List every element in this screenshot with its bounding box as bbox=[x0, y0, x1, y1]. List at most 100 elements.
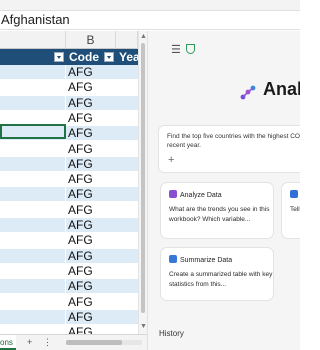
formula-input[interactable]: Afghanistan bbox=[0, 10, 300, 30]
sheet-menu-icon[interactable]: ⋮ bbox=[43, 335, 52, 350]
filter-icon[interactable] bbox=[54, 52, 64, 62]
summarize-icon bbox=[169, 255, 177, 263]
cell-code[interactable]: AFG bbox=[66, 187, 116, 201]
cell-country[interactable] bbox=[0, 65, 66, 79]
cell-country[interactable] bbox=[0, 294, 66, 309]
cell-code[interactable]: AFG bbox=[66, 218, 116, 232]
add-sheet-button[interactable]: + bbox=[27, 335, 32, 350]
cell-year[interactable] bbox=[116, 96, 138, 110]
sheet-tab[interactable]: ons bbox=[0, 335, 16, 350]
table-row[interactable]: AFG bbox=[0, 233, 138, 249]
table-row[interactable]: AFG bbox=[0, 325, 138, 334]
cell-year[interactable] bbox=[116, 111, 138, 125]
cell-code[interactable]: AFG bbox=[66, 310, 116, 324]
cell-country[interactable] bbox=[0, 187, 66, 202]
cell-code[interactable]: AFG bbox=[66, 80, 116, 94]
vertical-scroll-thumb[interactable] bbox=[141, 43, 145, 313]
table-row[interactable]: AFG bbox=[0, 95, 138, 111]
table-row[interactable]: AFG bbox=[0, 279, 138, 295]
table-row[interactable]: AFG bbox=[0, 65, 138, 80]
table-row[interactable]: AFG bbox=[0, 263, 138, 279]
cell-code[interactable]: AFG bbox=[66, 96, 116, 110]
cell-country[interactable] bbox=[0, 141, 66, 156]
scroll-down-icon[interactable]: ▼ bbox=[140, 323, 147, 331]
cell-year[interactable] bbox=[116, 187, 138, 201]
excel-window: Afghanistan B Code Year AFGAFGAFGAFGAFGA… bbox=[0, 0, 300, 350]
card-body: Create a summarized table with key stati… bbox=[169, 271, 273, 288]
cell-country[interactable] bbox=[0, 172, 66, 187]
cell-country[interactable] bbox=[0, 279, 66, 294]
suggestion-card-summarize[interactable]: Summarize Data Create a summarized table… bbox=[160, 247, 274, 301]
worksheet-grid[interactable]: B Code Year AFGAFGAFGAFGAFGAFGAFGAFGAFGA… bbox=[0, 31, 138, 334]
cell-country[interactable] bbox=[0, 110, 66, 125]
table-row[interactable]: AFG bbox=[0, 141, 138, 157]
cell-year[interactable] bbox=[116, 218, 138, 232]
table-row[interactable]: AFG bbox=[0, 156, 138, 172]
cell-country[interactable] bbox=[0, 248, 66, 263]
table-row[interactable]: AFG bbox=[0, 309, 138, 325]
cell-year[interactable] bbox=[116, 65, 138, 79]
scroll-up-icon[interactable]: ▲ bbox=[140, 33, 147, 41]
cell-year[interactable] bbox=[116, 249, 138, 263]
cell-country[interactable] bbox=[0, 233, 66, 248]
vertical-scrollbar[interactable]: ▲ ▼ bbox=[138, 31, 147, 334]
table-row[interactable]: AFG bbox=[0, 248, 138, 264]
menu-icon[interactable]: ☰ bbox=[171, 43, 181, 56]
suggestion-card-analyze[interactable]: Analyze Data What are the trends you see… bbox=[160, 182, 274, 239]
cell-year[interactable] bbox=[116, 325, 138, 334]
table-row[interactable]: AFG bbox=[0, 202, 138, 218]
cell-country[interactable] bbox=[0, 325, 66, 334]
cell-year[interactable] bbox=[116, 157, 138, 171]
cell-year[interactable] bbox=[116, 295, 138, 309]
cell-country[interactable] bbox=[0, 80, 66, 95]
card-title: Summarize Data bbox=[169, 255, 232, 264]
cell-country[interactable] bbox=[0, 95, 66, 110]
cell-code[interactable]: AFG bbox=[66, 279, 116, 293]
cell-year[interactable] bbox=[116, 80, 138, 94]
cell-code[interactable]: AFG bbox=[66, 203, 116, 217]
cell-code[interactable]: AFG bbox=[66, 264, 116, 278]
prompt-text[interactable]: Find the top five countries with the hig… bbox=[167, 132, 300, 150]
horizontal-scrollbar[interactable] bbox=[66, 340, 142, 345]
cell-year[interactable] bbox=[116, 279, 138, 293]
cell-code[interactable]: AFG bbox=[66, 142, 116, 156]
cell-code[interactable]: AFG bbox=[66, 295, 116, 309]
cell-year[interactable] bbox=[116, 142, 138, 156]
column-header-b[interactable]: B bbox=[66, 31, 116, 49]
table-row[interactable]: AFG bbox=[0, 218, 138, 233]
cell-code[interactable]: AFG bbox=[66, 233, 116, 247]
cell-country[interactable] bbox=[0, 218, 66, 232]
cell-year[interactable] bbox=[116, 264, 138, 278]
cell-country[interactable] bbox=[0, 263, 66, 278]
column-header-c[interactable] bbox=[116, 31, 138, 49]
cell-code[interactable]: AFG bbox=[66, 325, 116, 334]
column-header-a[interactable] bbox=[0, 31, 66, 49]
table-row[interactable]: AFG bbox=[0, 294, 138, 310]
cell-code[interactable]: AFG bbox=[66, 111, 116, 125]
cell-code[interactable]: AFG bbox=[66, 65, 116, 79]
cell-year[interactable] bbox=[116, 310, 138, 324]
cell-country[interactable] bbox=[0, 309, 66, 324]
cell-code[interactable]: AFG bbox=[66, 126, 116, 140]
table-row[interactable]: AFG bbox=[0, 80, 138, 96]
cell-country[interactable] bbox=[0, 202, 66, 217]
card-icon bbox=[290, 190, 298, 198]
cell-code[interactable]: AFG bbox=[66, 157, 116, 171]
cell-year[interactable] bbox=[116, 126, 138, 140]
plus-icon[interactable]: + bbox=[168, 154, 174, 166]
suggestion-card-tell[interactable]: Tell the c bbox=[281, 182, 300, 239]
cell-year[interactable] bbox=[116, 203, 138, 217]
table-row[interactable]: AFG bbox=[0, 187, 138, 203]
table-row[interactable]: AFG bbox=[0, 172, 138, 188]
filter-icon[interactable] bbox=[104, 52, 114, 62]
cell-code[interactable]: AFG bbox=[66, 249, 116, 263]
horizontal-scroll-thumb[interactable] bbox=[66, 340, 122, 345]
selected-cell[interactable] bbox=[0, 124, 66, 139]
cell-code[interactable]: AFG bbox=[66, 172, 116, 186]
card-title: Analyze Data bbox=[169, 190, 222, 199]
cell-year[interactable] bbox=[116, 233, 138, 247]
analyze-icon bbox=[169, 190, 177, 198]
prompt-input[interactable]: Find the top five countries with the hig… bbox=[158, 125, 300, 173]
cell-year[interactable] bbox=[116, 172, 138, 186]
cell-country[interactable] bbox=[0, 156, 66, 171]
